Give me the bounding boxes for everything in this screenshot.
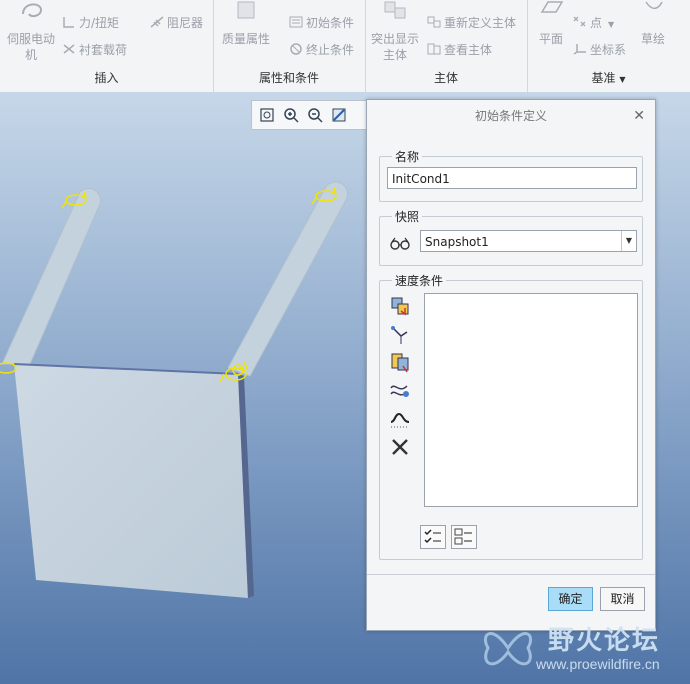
csys-label: 坐标系 [590,43,627,57]
sketch-label: 草绘 [640,32,665,46]
validate-button[interactable] [420,525,446,549]
unchecked-list-icon [454,528,472,545]
termination-condition-icon [290,43,302,55]
properties-group-title: 属性和条件 [258,71,319,85]
ribbon-group-properties: 质量属性 初始条件 终止条件 属性和条件 [213,0,366,92]
termination-condition-label: 终止条件 [306,43,355,57]
point-button[interactable]: 点 ▼ [573,14,614,31]
right-link-arm[interactable] [227,181,349,377]
highlight-bodies-label: 突出显示主体 [370,32,419,62]
plane-button[interactable]: 平面 [531,0,571,48]
dialog-title: 初始条件定义 [474,109,547,123]
zoom-out-icon[interactable] [306,106,324,124]
clear-button[interactable] [451,525,477,549]
highlight-bodies-button[interactable]: 突出显示主体 [367,0,423,63]
view-bodies-button[interactable]: 查看主体 [427,41,492,58]
sketch-button[interactable]: 草绘 [637,0,669,48]
initial-condition-label: 初始条件 [306,16,355,30]
mass-properties-icon [237,1,255,19]
initial-condition-button[interactable]: 初始条件 [289,14,354,31]
force-torque-icon [63,17,74,28]
plane-label: 平面 [538,32,563,46]
snapshot-section-label: 快照 [395,210,420,224]
check-list-icon [424,529,441,544]
damper-icon [150,16,164,28]
watermark-title: 野火论坛 [548,626,661,656]
point-velocity-icon[interactable] [389,296,411,318]
butterfly-logo [484,632,532,666]
redefine-bodies-icon [427,16,441,28]
insert-group-title: 插入 [94,71,119,85]
name-section-label: 名称 [395,150,420,164]
zoom-in-icon[interactable] [282,106,300,124]
sketch-icon [645,1,663,10]
datum-dropdown-icon: ▼ [619,75,626,84]
forum-watermark: 野火论坛 www.proewildfire.cn [478,618,690,684]
mass-properties-button[interactable]: 质量属性 [217,0,275,48]
left-link-arm[interactable] [1,187,102,365]
ribbon-group-body: 突出显示主体 重新定义主体 查看主体 主体 [365,0,528,92]
view-bodies-icon [427,43,441,55]
body-group-title: 主体 [433,71,458,85]
ribbon-group-datum: 平面 点 ▼ 坐标系 草绘 基准 ▼ [527,0,690,92]
glasses-icon [390,237,410,250]
servo-motor-icon [22,3,43,18]
bushing-load-label: 衬套载荷 [79,43,128,57]
cancel-button[interactable]: 取消 [600,587,645,611]
force-torque-button[interactable]: 力/扭矩 [62,14,119,31]
redefine-bodies-label: 重新定义主体 [444,16,517,30]
dialog-separator [367,574,655,575]
point-dropdown-icon[interactable]: ▼ [608,20,614,29]
bushing-load-button[interactable]: 衬套载荷 [62,41,127,58]
motor-velocity-icon[interactable] [389,408,411,430]
plane-icon [540,1,564,13]
servo-motor-button[interactable]: 伺服电动机 [4,0,58,63]
velocity-conditions-list[interactable] [424,293,638,507]
bushing-load-icon [63,44,75,54]
datum-group-title[interactable]: 基准 ▼ [527,69,690,86]
ribbon: 伺服电动机 力/扭矩 阻尼器 衬套载荷 插入 质量属性 初始条件 终止条件 属性… [0,0,690,93]
velocity-section-label: 速度条件 [395,274,444,288]
damper-label: 阻尼器 [167,16,204,30]
motion-axis-velocity-icon[interactable] [389,324,411,346]
csys-icon [573,44,586,55]
initial-condition-dialog: 初始条件定义 ✕ 名称 InitCond1 快照 Snapshot1 ▼ 速度条… [366,99,656,631]
snapshot-select-value: Snapshot1 [425,235,489,249]
plate-body[interactable] [14,364,248,598]
refit-icon[interactable] [258,106,276,124]
datum-group-title-label: 基准 [591,71,616,85]
servo-motor-label: 伺服电动机 [6,32,55,62]
tangential-slot-velocity-icon[interactable] [389,380,411,402]
damper-button[interactable]: 阻尼器 [150,14,203,31]
force-torque-label: 力/扭矩 [79,16,120,30]
csys-button[interactable]: 坐标系 [573,41,626,58]
point-label: 点 [590,16,603,30]
redefine-bodies-button[interactable]: 重新定义主体 [427,14,516,31]
snapshot-select[interactable]: Snapshot1 ▼ [420,230,637,252]
chevron-down-icon[interactable]: ▼ [621,231,636,251]
termination-condition-button[interactable]: 终止条件 [289,41,354,58]
repaint-icon[interactable] [330,106,348,124]
highlight-bodies-icon [384,1,406,19]
delete-icon[interactable] [389,436,411,458]
view-bodies-label: 查看主体 [444,43,493,57]
ok-button[interactable]: 确定 [548,587,593,611]
ribbon-group-insert: 伺服电动机 力/扭矩 阻尼器 衬套载荷 插入 [0,0,214,92]
view-toolbar [251,100,377,130]
initial-condition-icon [289,16,303,28]
close-icon[interactable]: ✕ [633,100,645,132]
name-input[interactable]: InitCond1 [387,167,637,189]
point-icon [573,16,586,27]
watermark-url: www.proewildfire.cn [536,656,660,672]
angular-velocity-icon[interactable] [389,352,411,374]
mass-properties-label: 质量属性 [221,32,270,46]
